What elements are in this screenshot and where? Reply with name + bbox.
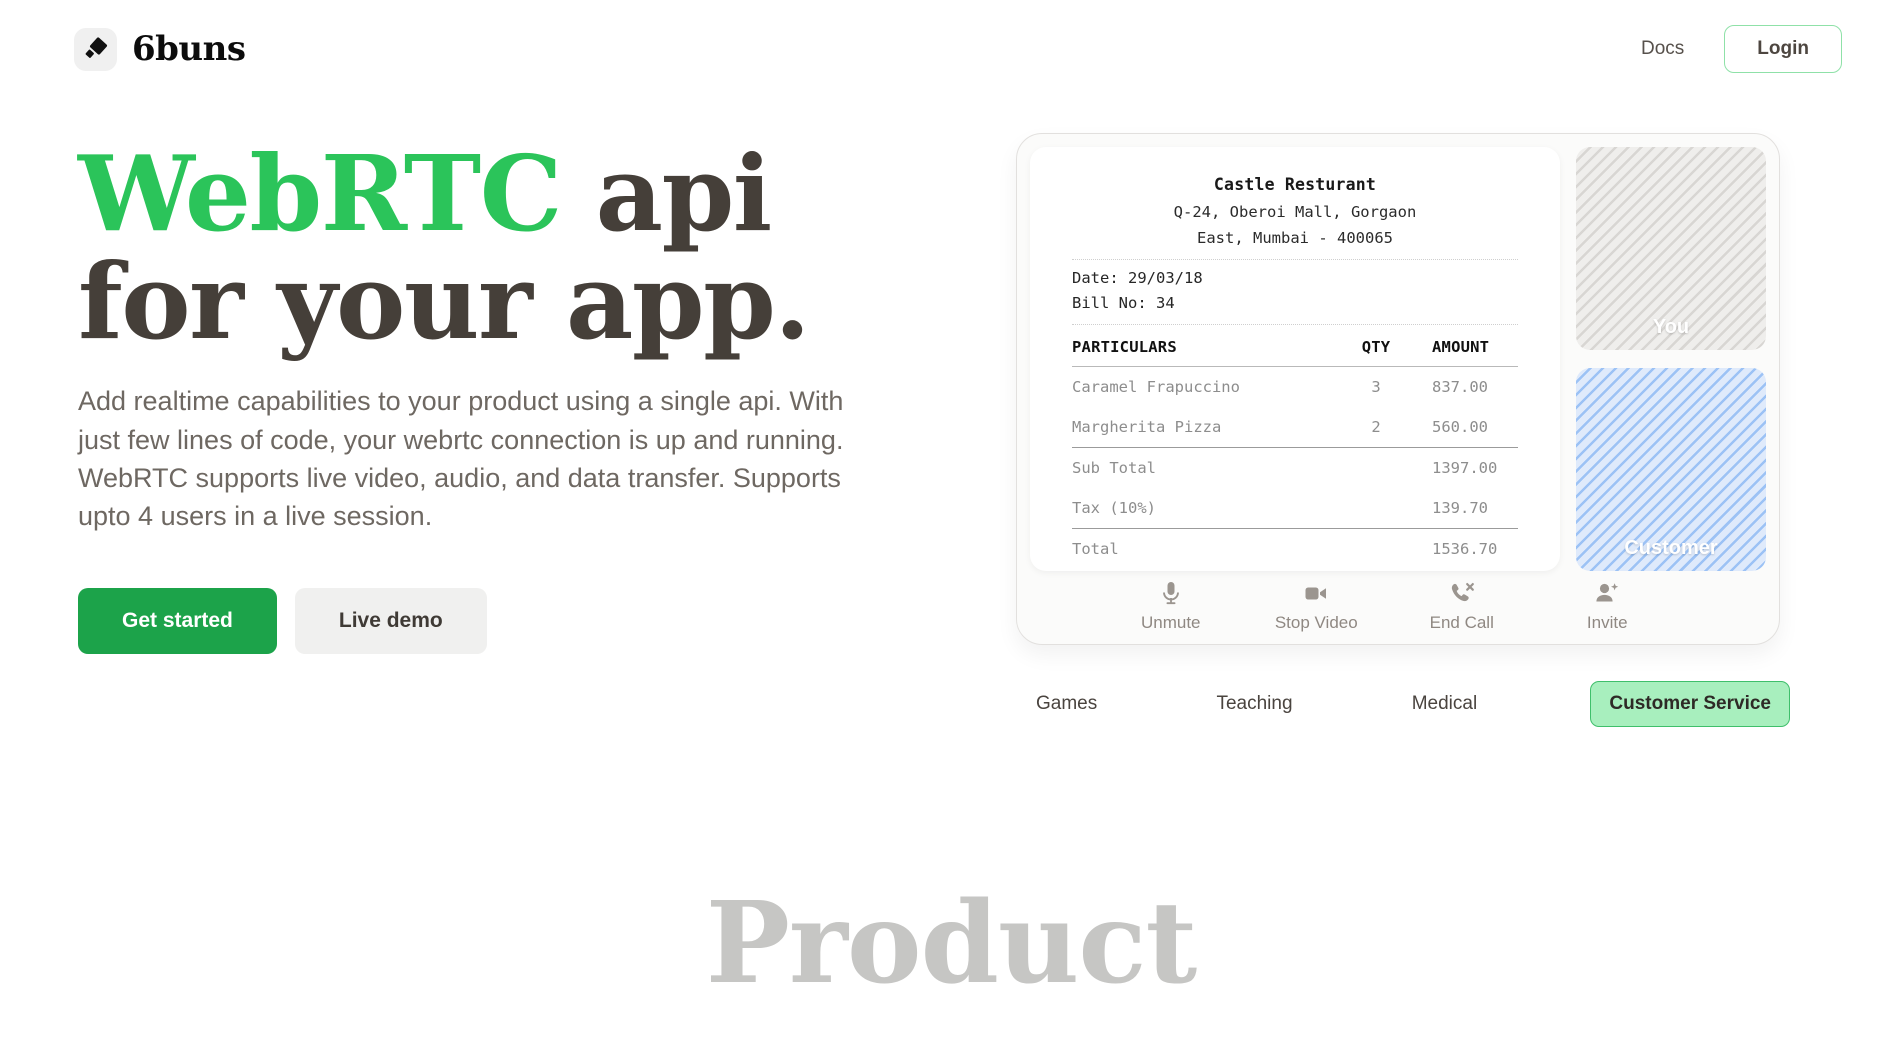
table-row: Caramel Frapuccino 3 837.00: [1072, 366, 1518, 408]
phone-hangup-icon: [1449, 581, 1475, 606]
tab-games[interactable]: Games: [1030, 683, 1103, 725]
tab-teaching[interactable]: Teaching: [1210, 683, 1298, 725]
diamond-logo-icon: [74, 27, 117, 71]
nav-actions: Docs Login: [1637, 25, 1842, 73]
invite-button[interactable]: Invite: [1535, 581, 1681, 633]
item-qty: 3: [1342, 366, 1410, 408]
login-button[interactable]: Login: [1724, 25, 1842, 73]
receipt-bill-number: Bill No: 34: [1072, 293, 1175, 312]
receipt-date: Date: 29/03/18: [1072, 269, 1203, 288]
person-add-icon: [1594, 581, 1620, 606]
brand-name: 6buns: [132, 29, 246, 69]
top-navbar: 6buns Docs Login: [0, 0, 1902, 98]
stop-video-button[interactable]: Stop Video: [1244, 581, 1390, 633]
get-started-button[interactable]: Get started: [78, 587, 277, 654]
subtotal-row: Sub Total 1397.00: [1072, 447, 1518, 489]
table-row: Margherita Pizza 2 560.00: [1072, 407, 1518, 448]
end-call-label: End Call: [1429, 613, 1494, 632]
video-tile-remote[interactable]: Customer: [1576, 368, 1766, 571]
tax-qty-blank: [1342, 488, 1410, 529]
headline-highlight: WebRTC: [78, 132, 562, 255]
item-name: Margherita Pizza: [1072, 418, 1222, 437]
receipt-items-table: PARTICULARS QTY AMOUNT Caramel Frapuccin…: [1072, 331, 1518, 570]
receipt-address-line-2: East, Mumbai - 400065: [1197, 228, 1393, 247]
subtotal-label: Sub Total: [1072, 447, 1342, 489]
stop-video-label: Stop Video: [1274, 613, 1358, 632]
end-call-button[interactable]: End Call: [1389, 581, 1535, 633]
unmute-label: Unmute: [1140, 613, 1201, 632]
item-amount: 560.00: [1432, 418, 1488, 437]
tax-label: Tax (10%): [1072, 499, 1156, 518]
page-title: WebRTC api for your app.: [78, 139, 908, 356]
invite-label: Invite: [1586, 613, 1628, 632]
receipt-title: Castle Resturant: [1213, 175, 1377, 194]
nav-link-docs[interactable]: Docs: [1637, 32, 1688, 66]
video-tile-self[interactable]: You: [1576, 147, 1766, 350]
column-header-qty: QTY: [1361, 338, 1391, 357]
tab-medical[interactable]: Medical: [1406, 683, 1483, 725]
item-name: Caramel Frapuccino: [1072, 366, 1342, 408]
headline-rest: api: [560, 132, 773, 255]
call-controls-bar: Unmute Stop Video End Call Invite: [1030, 571, 1766, 643]
unmute-button[interactable]: Unmute: [1098, 581, 1244, 633]
hero-section: WebRTC api for your app. Add realtime ca…: [78, 139, 908, 654]
receipt-divider-mid: [1072, 324, 1518, 326]
demo-stage: Castle Resturant Q-24, Oberoi Mall, Gorg…: [1030, 147, 1766, 571]
item-amount: 837.00: [1410, 366, 1518, 408]
microphone-icon: [1160, 581, 1182, 606]
hero-cta-row: Get started Live demo: [78, 587, 908, 654]
total-value: 1536.70: [1410, 528, 1518, 570]
column-header-particulars: PARTICULARS: [1072, 338, 1177, 357]
hero-subtext: Add realtime capabilities to your produc…: [78, 386, 844, 532]
product-section-title: Product: [705, 878, 1198, 1009]
total-row: Total 1536.70: [1072, 528, 1518, 570]
total-label: Total: [1072, 528, 1342, 570]
video-tile-remote-label: Customer: [1624, 537, 1718, 559]
demo-card-frame: Castle Resturant Q-24, Oberoi Mall, Gorg…: [1016, 133, 1780, 645]
table-header-row: PARTICULARS QTY AMOUNT: [1072, 331, 1518, 367]
demo-preview: Castle Resturant Q-24, Oberoi Mall, Gorg…: [1016, 133, 1780, 645]
tab-customer-service[interactable]: Customer Service: [1590, 681, 1790, 727]
use-case-tabs: Games Teaching Medical Customer Service: [1030, 681, 1790, 727]
tax-value: 139.70: [1432, 499, 1488, 518]
tax-row: Tax (10%) 139.70: [1072, 488, 1518, 529]
total-qty-blank: [1342, 528, 1410, 570]
subtotal-qty-blank: [1342, 447, 1410, 489]
video-tiles-column: You Customer: [1576, 147, 1766, 571]
subtotal-value: 1397.00: [1410, 447, 1518, 489]
video-camera-icon: [1303, 581, 1329, 606]
receipt-address-line-1: Q-24, Oberoi Mall, Gorgaon: [1173, 203, 1417, 221]
live-demo-button[interactable]: Live demo: [294, 587, 487, 654]
column-header-amount: AMOUNT: [1432, 338, 1490, 357]
video-tile-self-label: You: [1652, 316, 1690, 338]
headline-line-2: for your app.: [78, 240, 811, 364]
receipt-card: Castle Resturant Q-24, Oberoi Mall, Gorg…: [1030, 147, 1560, 571]
receipt-divider-top: [1072, 259, 1518, 261]
item-qty: 2: [1371, 418, 1381, 437]
brand-logo-group[interactable]: 6buns: [74, 27, 246, 71]
